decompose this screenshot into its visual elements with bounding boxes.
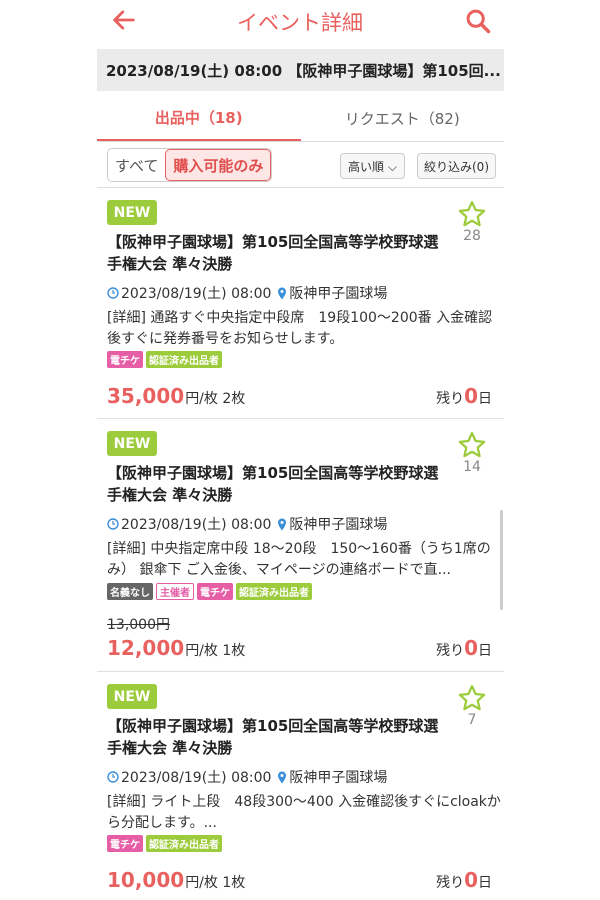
listing-venue: 阪神甲子園球場 xyxy=(289,286,388,302)
location-pin-icon xyxy=(278,287,287,299)
favorite-count: 28 xyxy=(463,228,481,244)
listing-meta: 2023/08/19(土) 08:00 阪神甲子園球場 xyxy=(107,767,387,787)
star-icon[interactable] xyxy=(457,430,487,460)
tag-verified-seller: 認証済み出品者 xyxy=(236,583,312,600)
remaining-number: 0 xyxy=(464,384,478,408)
clock-icon xyxy=(107,771,119,783)
new-badge: NEW xyxy=(107,431,157,456)
listing-title: 【阪神甲子園球場】第105回全国高等学校野球選手権大会 準々決勝 xyxy=(107,717,439,757)
clock-icon xyxy=(107,518,119,530)
price-line: 12,000 円/枚 1枚 xyxy=(107,636,245,660)
listing-detail: [詳細] ライト上段 48段300〜400 入金確認後すぐにcloakから分配し… xyxy=(107,794,501,831)
new-badge: NEW xyxy=(107,684,157,709)
app-header: イベント詳細 xyxy=(0,0,600,44)
listing-meta: 2023/08/19(土) 08:00 阪神甲子園球場 xyxy=(107,514,387,534)
remaining-label: 残り xyxy=(436,391,465,407)
tag-verified-seller: 認証済み出品者 xyxy=(146,835,222,852)
tab-requests[interactable]: リクエスト（82) xyxy=(301,95,505,141)
tag-e-ticket: 電チケ xyxy=(107,835,143,852)
scrollbar[interactable] xyxy=(500,510,503,610)
remaining-label: 残り xyxy=(436,643,465,659)
tag-verified-seller: 認証済み出品者 xyxy=(146,351,222,368)
sort-dropdown[interactable]: 高い順 ⌵ xyxy=(340,153,405,179)
listing-tags: 電チケ 認証済み出品者 xyxy=(107,351,222,368)
new-badge: NEW xyxy=(107,200,157,225)
listing-detail: [詳細] 通路すぐ中央指定中段席 19段100〜200番 入金確認後すぐに発券番… xyxy=(107,310,493,347)
remaining-days: 残り 0 日 xyxy=(436,384,492,408)
price: 35,000 xyxy=(107,384,185,408)
original-price: 13,000円 xyxy=(107,617,170,633)
filter-row: すべて 購入可能のみ 高い順 ⌵ 絞り込み(0) xyxy=(97,142,504,188)
star-icon[interactable] xyxy=(457,683,487,713)
listing-meta: 2023/08/19(土) 08:00 阪神甲子園球場 xyxy=(107,283,387,303)
price-line: 35,000 円/枚 2枚 xyxy=(107,384,245,408)
price-unit: 円/枚 2枚 xyxy=(185,391,246,407)
remaining-label: 残り xyxy=(436,875,465,891)
tag-organizer: 主催者 xyxy=(156,583,194,600)
narrow-down-button[interactable]: 絞り込み(0) xyxy=(417,153,496,179)
remaining-unit: 日 xyxy=(478,875,492,891)
listing-card[interactable]: NEW 7 【阪神甲子園球場】第105回全国高等学校野球選手権大会 準々決勝 2… xyxy=(97,673,504,900)
listing-datetime: 2023/08/19(土) 08:00 xyxy=(121,286,272,302)
tag-e-ticket: 電チケ xyxy=(197,583,233,600)
search-icon[interactable] xyxy=(464,7,492,35)
filter-all-button[interactable]: すべて xyxy=(108,149,165,181)
price-unit: 円/枚 1枚 xyxy=(185,643,246,659)
listing-detail: [詳細] 中央指定席中段 18〜20段 150〜160番（うち1席のみ） 銀傘下… xyxy=(107,541,491,578)
price-line: 10,000 円/枚 1枚 xyxy=(107,868,245,892)
page-title: イベント詳細 xyxy=(237,11,363,35)
price-unit: 円/枚 1枚 xyxy=(185,875,246,891)
listing-tabs: 出品中（18) リクエスト（82) xyxy=(97,95,504,142)
favorite-count: 7 xyxy=(467,712,477,728)
listing-tags: 電チケ 認証済み出品者 xyxy=(107,835,222,852)
listing-title: 【阪神甲子園球場】第105回全国高等学校野球選手権大会 準々決勝 xyxy=(107,233,439,273)
location-pin-icon xyxy=(278,518,287,530)
favorite-count: 14 xyxy=(463,459,481,475)
clock-icon xyxy=(107,287,119,299)
star-icon[interactable] xyxy=(457,199,487,229)
listing-datetime: 2023/08/19(土) 08:00 xyxy=(121,770,272,786)
remaining-number: 0 xyxy=(464,868,478,892)
listing-tags: 名義なし 主催者 電チケ 認証済み出品者 xyxy=(107,583,312,600)
arrow-left-icon[interactable] xyxy=(110,6,138,34)
event-summary-bar[interactable]: 2023/08/19(土) 08:00 【阪神甲子園球場】第105回... xyxy=(97,49,504,91)
listing-card[interactable]: NEW 14 【阪神甲子園球場】第105回全国高等学校野球選手権大会 準々決勝 … xyxy=(97,420,504,672)
listing-venue: 阪神甲子園球場 xyxy=(289,770,388,786)
remaining-unit: 日 xyxy=(478,643,492,659)
listing-title: 【阪神甲子園球場】第105回全国高等学校野球選手権大会 準々決勝 xyxy=(107,464,439,504)
remaining-days: 残り 0 日 xyxy=(436,868,492,892)
listing-venue: 阪神甲子園球場 xyxy=(289,517,388,533)
price: 12,000 xyxy=(107,636,185,660)
listing-datetime: 2023/08/19(土) 08:00 xyxy=(121,517,272,533)
tag-no-name: 名義なし xyxy=(107,583,153,600)
availability-filter: すべて 購入可能のみ xyxy=(107,148,273,182)
remaining-unit: 日 xyxy=(478,391,492,407)
listing-card[interactable]: NEW 28 【阪神甲子園球場】第105回全国高等学校野球選手権大会 準々決勝 … xyxy=(97,189,504,419)
tab-listings[interactable]: 出品中（18) xyxy=(97,95,301,141)
location-pin-icon xyxy=(278,771,287,783)
remaining-days: 残り 0 日 xyxy=(436,636,492,660)
filter-purchasable-button[interactable]: 購入可能のみ xyxy=(165,149,272,181)
price: 10,000 xyxy=(107,868,185,892)
remaining-number: 0 xyxy=(464,636,478,660)
tag-e-ticket: 電チケ xyxy=(107,351,143,368)
